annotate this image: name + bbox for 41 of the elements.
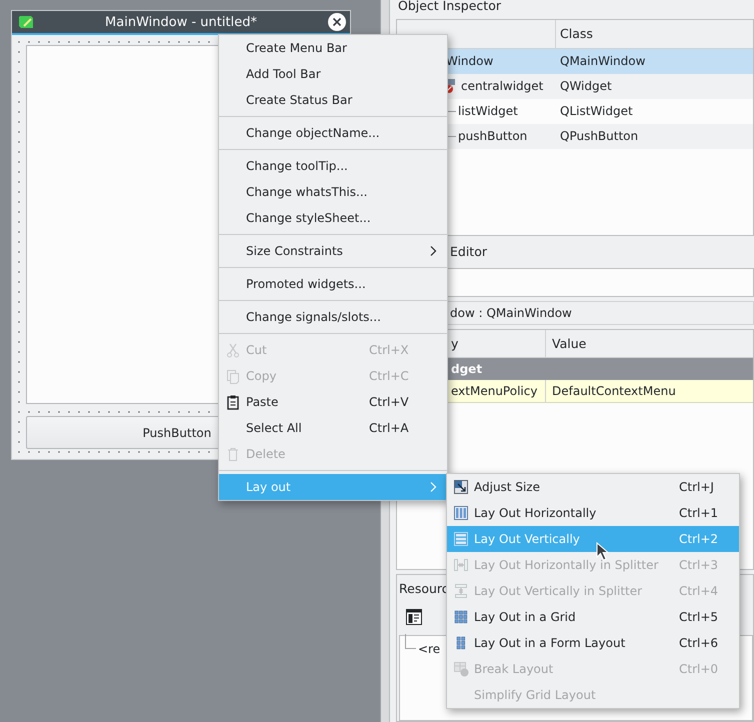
column-header[interactable]: Class [556,20,593,48]
window-title: MainWindow - untitled* [104,14,258,30]
close-icon[interactable] [328,13,346,31]
property-value[interactable]: DefaultContextMenu [546,380,676,402]
menu-item[interactable]: Lay Out in a Form Layout Ctrl+6 [447,630,739,656]
panel-title: Editor [450,242,487,261]
edit-resources-icon[interactable] [406,609,422,625]
clipboard-icon [225,394,241,410]
app-icon [18,15,34,29]
resize-icon [453,479,469,495]
menu-item[interactable]: Lay Out in a Grid Ctrl+5 [447,604,739,630]
vertical-splitter-icon [453,583,469,599]
break-layout-icon [453,661,469,677]
copy-icon [225,368,241,384]
menu-item[interactable]: Change styleSheet... [219,205,447,231]
menu-item[interactable]: Lay Out Horizontally Ctrl+1 [447,500,739,526]
class-name: QWidget [559,78,612,96]
class-name: QPushButton [559,128,638,146]
object-name: pushButton [458,129,528,144]
menu-item[interactable]: Adjust Size Ctrl+J [447,474,739,500]
panel-title: Resourc [399,581,449,598]
menu-item[interactable]: Size Constraints [219,238,447,264]
columns-icon [453,505,469,521]
horizontal-splitter-icon [453,557,469,573]
class-name: QListWidget [559,103,633,120]
menu-item[interactable]: Change toolTip... [219,153,447,179]
panel-title: Object Inspector [398,0,501,15]
object-name: Window [446,54,494,68]
trash-icon [225,446,241,462]
object-name: centralwidget [461,79,544,94]
object-name: listWidget [458,104,518,118]
menu-item[interactable]: Change whatsThis... [219,179,447,205]
menu-item[interactable]: Promoted widgets... [219,271,447,297]
rows-icon [453,531,469,547]
chevron-right-icon [429,481,437,493]
tree-item[interactable]: <re [418,642,440,656]
grid-icon [453,609,469,625]
class-name: QMainWindow [559,53,646,70]
column-header[interactable]: Value [546,330,586,358]
chevron-right-icon [429,245,437,257]
scissors-icon [225,342,241,358]
